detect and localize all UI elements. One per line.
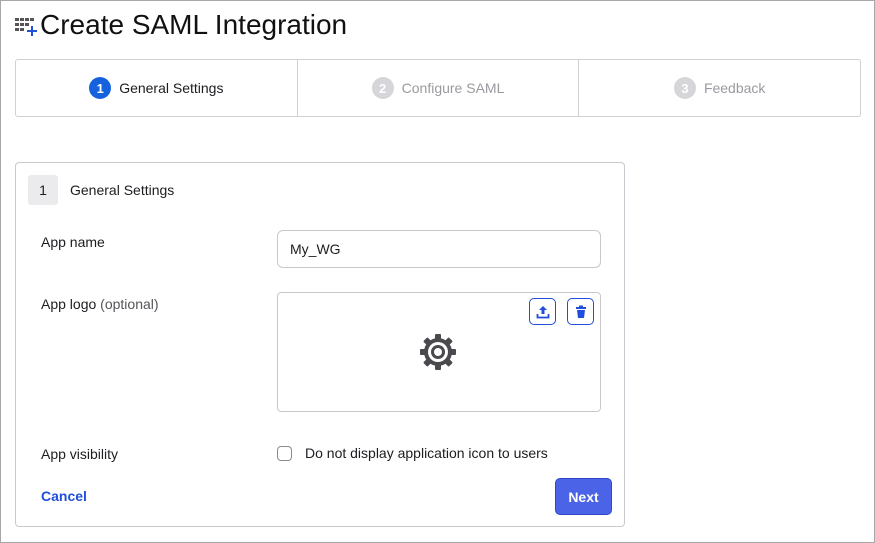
step-label: General Settings xyxy=(119,80,224,96)
wizard-stepper: 1 General Settings 2 Configure SAML 3 Fe… xyxy=(15,59,861,117)
step-general-settings[interactable]: 1 General Settings xyxy=(16,60,298,116)
app-name-input[interactable] xyxy=(277,230,601,268)
optional-tag: (optional) xyxy=(100,296,159,312)
add-app-icon xyxy=(15,18,37,36)
upload-icon xyxy=(536,305,549,318)
hide-icon-checkbox[interactable] xyxy=(277,446,292,461)
step-label: Configure SAML xyxy=(401,80,505,96)
general-settings-card: 1 General Settings App name App logo (op… xyxy=(15,162,625,527)
cancel-button[interactable]: Cancel xyxy=(41,488,87,504)
page-header: Create SAML Integration xyxy=(14,9,347,41)
app-logo-dropzone[interactable] xyxy=(277,292,601,412)
app-logo-label-text: App logo xyxy=(41,296,97,312)
step-number: 2 xyxy=(371,77,394,99)
section-number: 1 xyxy=(28,175,58,205)
step-feedback[interactable]: 3 Feedback xyxy=(579,60,860,116)
gear-icon xyxy=(420,334,456,370)
app-logo-label: App logo (optional) xyxy=(41,296,159,312)
next-button[interactable]: Next xyxy=(555,478,612,515)
page-title: Create SAML Integration xyxy=(40,9,348,40)
card-header: 1 General Settings xyxy=(28,175,174,205)
upload-logo-button[interactable] xyxy=(529,298,556,325)
step-number: 3 xyxy=(673,77,696,99)
step-label: Feedback xyxy=(703,80,766,96)
step-number: 1 xyxy=(89,77,112,99)
trash-icon xyxy=(575,305,586,318)
app-name-label: App name xyxy=(41,234,105,250)
hide-icon-checkbox-label[interactable]: Do not display application icon to users xyxy=(305,445,548,461)
step-configure-saml[interactable]: 2 Configure SAML xyxy=(298,60,580,116)
app-visibility-label: App visibility xyxy=(41,446,119,462)
delete-logo-button[interactable] xyxy=(567,298,594,325)
section-title: General Settings xyxy=(70,182,175,198)
